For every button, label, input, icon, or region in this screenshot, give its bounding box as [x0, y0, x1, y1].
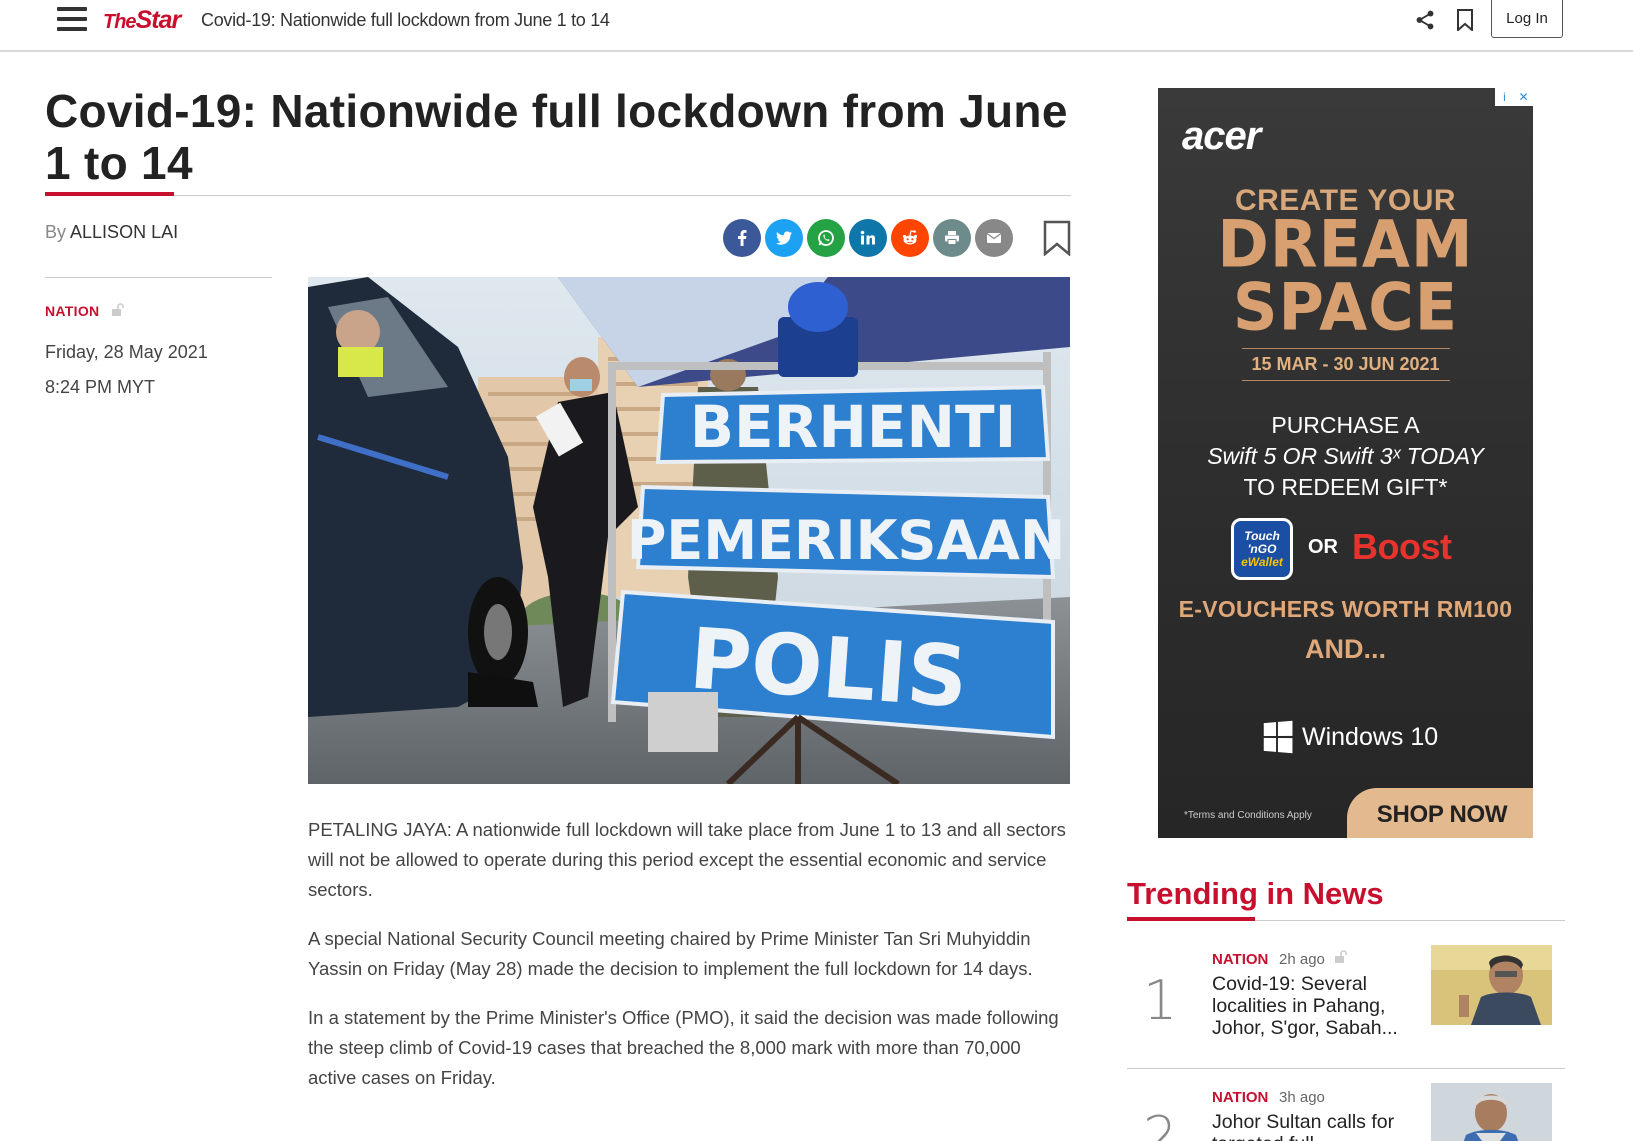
trending-section-title: Trending in News [1127, 876, 1384, 911]
sign-polis: POLIS [686, 609, 970, 726]
whatsapp-share-button[interactable] [807, 219, 845, 257]
logo-the: The [103, 11, 137, 33]
acer-logo: acer [1182, 114, 1261, 158]
shop-now-button[interactable]: SHOP NOW [1347, 788, 1533, 838]
ad-and-text: AND... [1305, 634, 1386, 664]
windows-10-logo: Windows 10 [1262, 720, 1439, 754]
bookmark-icon[interactable] [1456, 9, 1474, 31]
trending-category[interactable]: NATION [1212, 951, 1268, 968]
share-buttons [723, 219, 1013, 259]
byline: By ALLISON LAI [45, 222, 178, 243]
publish-date: Friday, 28 May 2021 [45, 342, 208, 362]
wallet-line: Touch [1244, 528, 1280, 543]
ad-divider [1242, 348, 1450, 349]
touch-n-go-ewallet-logo: Touch 'nGO eWallet [1231, 518, 1293, 580]
thumbnail-image [1431, 945, 1552, 1025]
top-navigation-bar: TheStar Covid-19: Nationwide full lockdo… [0, 0, 1633, 52]
ad-or-text: OR [1308, 536, 1338, 558]
unlocked-icon [1335, 950, 1347, 963]
author-link[interactable]: ALLISON LAI [70, 222, 178, 242]
boost-logo: Boost [1352, 526, 1452, 567]
ad-purchase-line: PURCHASE A [1271, 412, 1420, 438]
sign-berhenti: BERHENTI [690, 393, 1016, 461]
linkedin-share-button[interactable] [849, 219, 887, 257]
facebook-icon [738, 230, 747, 246]
linkedin-icon [860, 230, 875, 245]
roadblock-photo-illustration: BERHENTI PEMERIKSAAN POLIS [308, 277, 1070, 784]
unlocked-icon [112, 303, 124, 316]
reddit-icon [902, 230, 918, 245]
windows-label: Windows 10 [1302, 722, 1439, 751]
byline-prefix: By [45, 222, 67, 242]
paragraph: A special National Security Council meet… [308, 928, 1033, 979]
sign-pemeriksaan: PEMERIKSAAN [627, 509, 1065, 572]
email-icon [986, 232, 1002, 243]
thumbnail-image [1431, 1083, 1552, 1141]
paragraph: In a statement by the Prime Minister's O… [308, 1007, 1059, 1088]
trending-headline[interactable]: Johor Sultan calls for targeted full... [1212, 1111, 1422, 1141]
reddit-share-button[interactable] [891, 219, 929, 257]
logo-star: Star [135, 6, 182, 34]
twitter-share-button[interactable] [765, 219, 803, 257]
trending-thumbnail[interactable] [1431, 945, 1552, 1025]
ad-choices-badge[interactable]: i ✕ [1495, 88, 1533, 106]
article-body: PETALING JAYA: A nationwide full lockdow… [308, 815, 1073, 1112]
top-article-title: Covid-19: Nationwide full lockdown from … [201, 10, 610, 30]
article-photo: BERHENTI PEMERIKSAAN POLIS [308, 277, 1070, 784]
ad-purchase-line: Swift 5 OR Swift 3ˣ TODAY [1207, 443, 1484, 469]
login-button[interactable]: Log In [1491, 0, 1563, 38]
trending-headline[interactable]: Covid-19: Several localities in Pahang, … [1212, 973, 1422, 1039]
trending-thumbnail[interactable] [1431, 1083, 1552, 1141]
ad-dream-word: DREAM [1217, 205, 1474, 283]
email-share-button[interactable] [975, 219, 1013, 257]
trending-category[interactable]: NATION [1212, 1089, 1268, 1106]
trending-time-ago: 2h ago [1279, 951, 1325, 968]
ad-purchase-text: PURCHASE A Swift 5 OR Swift 3ˣ TODAY TO … [1158, 410, 1533, 503]
menu-icon[interactable] [57, 7, 87, 33]
headline-accent-bar [45, 192, 174, 196]
trending-divider [1127, 1068, 1565, 1069]
wallet-line: 'nGO [1247, 541, 1277, 556]
ad-purchase-line: TO REDEEM GIFT* [1243, 474, 1448, 500]
ad-close-icon[interactable]: ✕ [1514, 88, 1533, 106]
paragraph: PETALING JAYA: A nationwide full lockdow… [308, 819, 1066, 900]
ad-vouchers-text: E-VOUCHERS WORTH RM100 [1178, 596, 1513, 622]
ad-info-icon[interactable]: i [1495, 88, 1514, 106]
save-article-bookmark-icon[interactable] [1042, 220, 1072, 256]
whatsapp-icon [818, 230, 834, 246]
windows-icon [1263, 720, 1293, 754]
wallet-line: eWallet [1241, 554, 1283, 569]
printer-icon [945, 231, 959, 245]
meta-divider [45, 277, 272, 278]
ad-terms-text: *Terms and Conditions Apply [1184, 810, 1312, 821]
ad-space-word: SPACE [1232, 268, 1459, 346]
headline-divider [45, 195, 1071, 196]
ad-divider [1242, 380, 1450, 381]
print-button[interactable] [933, 219, 971, 257]
category-label[interactable]: NATION [45, 303, 99, 319]
trending-rank: 2 [1143, 1105, 1178, 1141]
trending-item[interactable]: 2 NATION 3h ago Johor Sultan calls for t… [1127, 1075, 1565, 1141]
article-headline: Covid-19: Nationwide full lockdown from … [45, 85, 1068, 189]
trending-accent-bar [1127, 917, 1255, 921]
share-icon[interactable] [1414, 9, 1436, 31]
trending-item[interactable]: 1 NATION 2h ago Covid-19: Several locali… [1127, 935, 1565, 1065]
twitter-icon [776, 231, 792, 245]
ad-promo-dates: 15 MAR - 30 JUN 2021 [1251, 354, 1440, 374]
facebook-share-button[interactable] [723, 219, 761, 257]
advertisement-banner[interactable]: i ✕ acer CREATE YOUR DREAM SPACE 15 MAR … [1158, 88, 1533, 838]
thestar-logo[interactable]: TheStar [103, 6, 182, 35]
ad-headline-dream: DREAM SPACE [1158, 205, 1533, 346]
trending-rank: 1 [1143, 969, 1178, 1032]
trending-time-ago: 3h ago [1279, 1089, 1325, 1106]
publish-time: 8:24 PM MYT [45, 377, 156, 397]
